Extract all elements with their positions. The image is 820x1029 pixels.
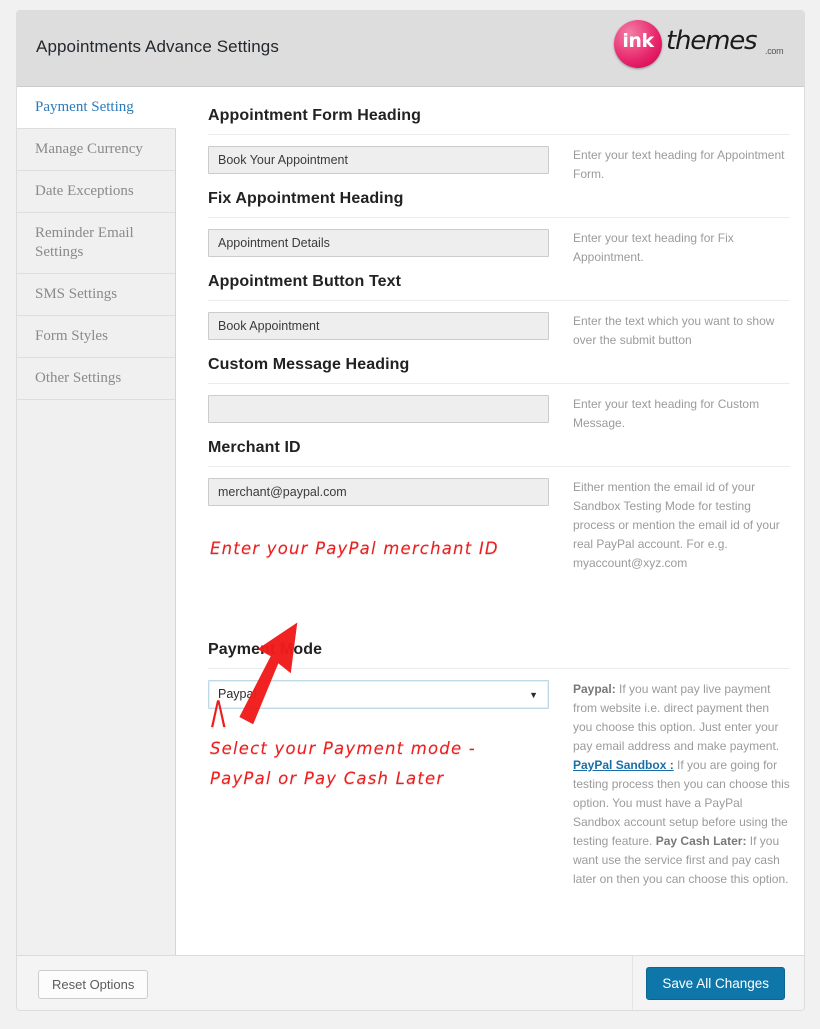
settings-sidebar: Payment Setting Manage Currency Date Exc…: [17, 87, 177, 955]
save-all-changes-button[interactable]: Save All Changes: [646, 967, 785, 1000]
help-paypal-label: Paypal:: [573, 682, 616, 696]
help-cash-label: Pay Cash Later:: [655, 834, 747, 848]
field-row-custom-message-heading: Enter your text heading for Custom Messa…: [208, 384, 790, 433]
panel-footer: Reset Options Save All Changes: [17, 955, 804, 1010]
field-row-appointment-form-heading: Enter your text heading for Appointment …: [208, 135, 790, 184]
settings-panel: Appointments Advance Settings ink themes…: [16, 10, 805, 1011]
logo-tld: .com: [765, 46, 784, 56]
merchant-id-input[interactable]: [208, 478, 549, 506]
annotation-payment-mode-line1: Select your Payment mode -: [210, 739, 476, 758]
sidebar-item-label: Other Settings: [35, 370, 122, 386]
sidebar-item-date-exceptions[interactable]: Date Exceptions: [17, 171, 175, 213]
inkthemes-logo: ink themes .com: [613, 15, 795, 71]
divider: [632, 956, 633, 1010]
sidebar-item-form-styles[interactable]: Form Styles: [17, 316, 175, 358]
field-help-payment-mode: Paypal: If you want pay live payment fro…: [549, 680, 790, 889]
sidebar-item-manage-currency[interactable]: Manage Currency: [17, 129, 175, 171]
appointment-button-text-input[interactable]: [208, 312, 549, 340]
sidebar-item-label: Reminder Email Settings: [35, 225, 134, 260]
field-label-payment-mode: Payment Mode: [208, 641, 323, 658]
sidebar-item-label: Form Styles: [35, 328, 108, 344]
field-label-appointment-button-text: Appointment Button Text: [208, 273, 402, 290]
sidebar-item-label: Manage Currency: [35, 141, 143, 157]
annotation-merchant-id: Enter your PayPal merchant ID: [210, 539, 499, 558]
field-help-fix-appointment-heading: Enter your text heading for Fix Appointm…: [573, 231, 734, 264]
field-label-appointment-form-heading: Appointment Form Heading: [208, 107, 422, 124]
field-help-merchant-id: Either mention the email id of your Sand…: [573, 480, 780, 570]
reset-options-button[interactable]: Reset Options: [38, 970, 149, 999]
field-row-appointment-button-text: Enter the text which you want to show ov…: [208, 301, 790, 350]
sidebar-item-sms-settings[interactable]: SMS Settings: [17, 274, 175, 316]
field-help-appointment-button-text: Enter the text which you want to show ov…: [573, 314, 775, 347]
payment-mode-select[interactable]: Paypal: [208, 680, 549, 709]
sidebar-item-payment-setting[interactable]: Payment Setting: [17, 87, 177, 129]
panel-header: Appointments Advance Settings ink themes…: [17, 11, 804, 87]
annotation-payment-mode-line2: PayPal or Pay Cash Later: [210, 769, 445, 788]
page-title: Appointments Advance Settings: [36, 37, 279, 56]
sidebar-item-other-settings[interactable]: Other Settings: [17, 358, 175, 400]
payment-mode-select-wrap: Paypal ▼: [208, 680, 549, 709]
sidebar-item-label: Date Exceptions: [35, 183, 134, 199]
logo-wordmark: themes: [666, 26, 758, 56]
field-help-custom-message-heading: Enter your text heading for Custom Messa…: [573, 397, 760, 430]
logo-badge-label: ink: [622, 30, 654, 52]
logo-badge-icon: ink: [614, 20, 662, 68]
appointment-form-heading-input[interactable]: [208, 146, 549, 174]
custom-message-heading-input[interactable]: [208, 395, 549, 423]
field-help-appointment-form-heading: Enter your text heading for Appointment …: [573, 148, 785, 181]
sidebar-item-label: SMS Settings: [35, 286, 118, 302]
field-row-fix-appointment-heading: Enter your text heading for Fix Appointm…: [208, 218, 790, 267]
paypal-sandbox-link[interactable]: PayPal Sandbox :: [573, 758, 674, 772]
annotation-caret-mark: Λ: [210, 694, 226, 737]
settings-content: Appointment Form Heading Enter your text…: [176, 87, 804, 1010]
sidebar-item-label: Payment Setting: [35, 99, 134, 115]
field-label-merchant-id: Merchant ID: [208, 439, 301, 456]
field-label-custom-message-heading: Custom Message Heading: [208, 356, 410, 373]
sidebar-item-reminder-email-settings[interactable]: Reminder Email Settings: [17, 213, 175, 274]
field-label-fix-appointment-heading: Fix Appointment Heading: [208, 190, 404, 207]
panel-body: Payment Setting Manage Currency Date Exc…: [17, 87, 804, 1010]
fix-appointment-heading-input[interactable]: [208, 229, 549, 257]
